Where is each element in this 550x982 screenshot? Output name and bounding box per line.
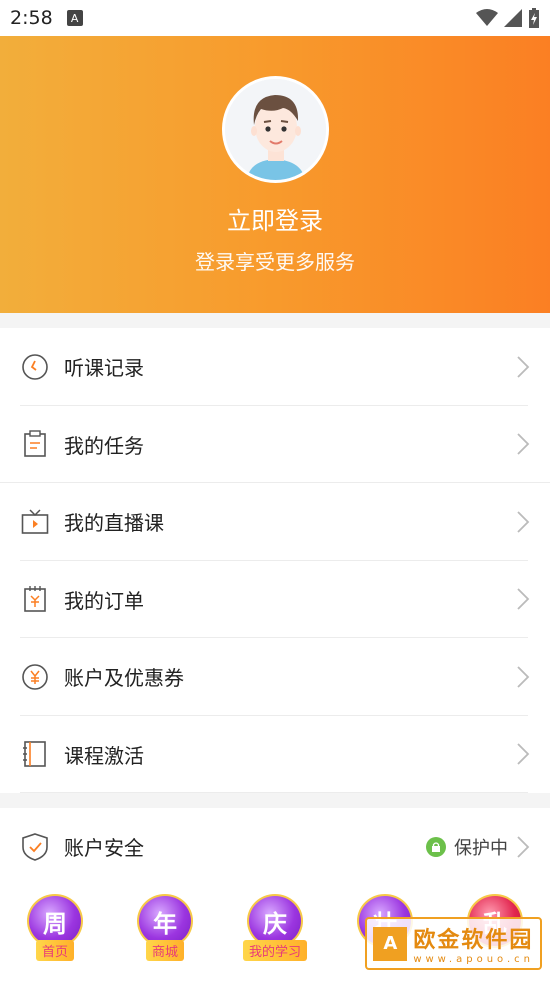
app-screen: 2:58 A 立即登录 登录享受更多服务 听课记录 我的任务 我的直播课 我的订… — [0, 0, 550, 982]
section-gap — [0, 793, 550, 808]
signal-icon — [504, 9, 522, 27]
menu-item-course-activation[interactable]: 课程激活 — [0, 716, 550, 793]
menu-item-listen-history[interactable]: 听课记录 — [0, 328, 550, 406]
menu-item-label: 我的订单 — [64, 588, 144, 613]
chevron-right-icon — [517, 356, 530, 378]
login-subtitle: 登录享受更多服务 — [195, 250, 355, 274]
profile-header: 立即登录 登录享受更多服务 — [0, 36, 550, 313]
menu-item-label: 听课记录 — [64, 356, 144, 381]
lock-icon — [426, 836, 446, 857]
status-time: 2:58 — [10, 7, 53, 29]
tv-icon — [20, 507, 50, 537]
divider — [20, 792, 528, 793]
menu-item-label: 我的任务 — [64, 433, 144, 458]
notification-icon: A — [66, 10, 83, 26]
battery-icon — [529, 8, 539, 28]
chevron-right-icon — [517, 836, 530, 858]
menu-item-my-tasks[interactable]: 我的任务 — [0, 406, 550, 483]
menu-group-main: 听课记录 我的任务 我的直播课 我的订单 账户及优惠券 课程激活 — [0, 328, 550, 793]
chevron-right-icon — [517, 588, 530, 610]
clock-icon — [20, 352, 50, 382]
security-status-text: 保护中 — [454, 837, 508, 859]
tab-label: 商城 — [145, 940, 184, 961]
avatar-face-icon — [224, 79, 326, 180]
menu-item-label: 账户安全 — [64, 836, 144, 861]
watermark-logo-icon: A — [373, 926, 408, 961]
watermark-text: 欧金软件园 — [413, 928, 534, 953]
tab-label: 我的学习 — [242, 940, 307, 961]
yen-coin-icon — [20, 662, 50, 692]
status-bar: 2:58 A — [0, 0, 550, 36]
chevron-right-icon — [517, 666, 530, 688]
notebook-icon — [20, 739, 50, 769]
watermark: A 欧金软件园 www.apouo.cn — [365, 917, 542, 970]
menu-group-security: 账户安全 保护中 — [0, 808, 550, 886]
chevron-right-icon — [517, 511, 530, 533]
avatar[interactable] — [221, 76, 329, 183]
status-indicators — [476, 8, 540, 28]
menu-item-account-security[interactable]: 账户安全 保护中 — [0, 808, 550, 886]
login-title[interactable]: 立即登录 — [227, 201, 323, 236]
clipboard-icon — [20, 429, 50, 459]
tab-mall[interactable]: 年 商城 — [125, 894, 205, 961]
security-status: 保护中 — [426, 834, 530, 860]
menu-item-my-live-courses[interactable]: 我的直播课 — [0, 483, 550, 561]
menu-item-label: 账户及优惠券 — [64, 666, 184, 691]
chevron-right-icon — [517, 743, 530, 765]
tab-home[interactable]: 周 首页 — [15, 894, 95, 961]
shield-icon — [20, 832, 50, 862]
tab-my-learning[interactable]: 庆 我的学习 — [235, 894, 315, 961]
order-icon — [20, 584, 50, 614]
menu-item-label: 我的直播课 — [64, 511, 164, 536]
chevron-right-icon — [517, 433, 530, 455]
menu-item-label: 课程激活 — [64, 743, 144, 768]
tab-label: 首页 — [35, 940, 74, 961]
watermark-subtext: www.apouo.cn — [413, 954, 534, 965]
watermark-text-block: 欧金软件园 www.apouo.cn — [413, 922, 534, 965]
menu-item-my-orders[interactable]: 我的订单 — [0, 561, 550, 638]
menu-item-account-coupons[interactable]: 账户及优惠券 — [0, 638, 550, 716]
wifi-icon — [476, 9, 498, 26]
section-gap — [0, 313, 550, 328]
